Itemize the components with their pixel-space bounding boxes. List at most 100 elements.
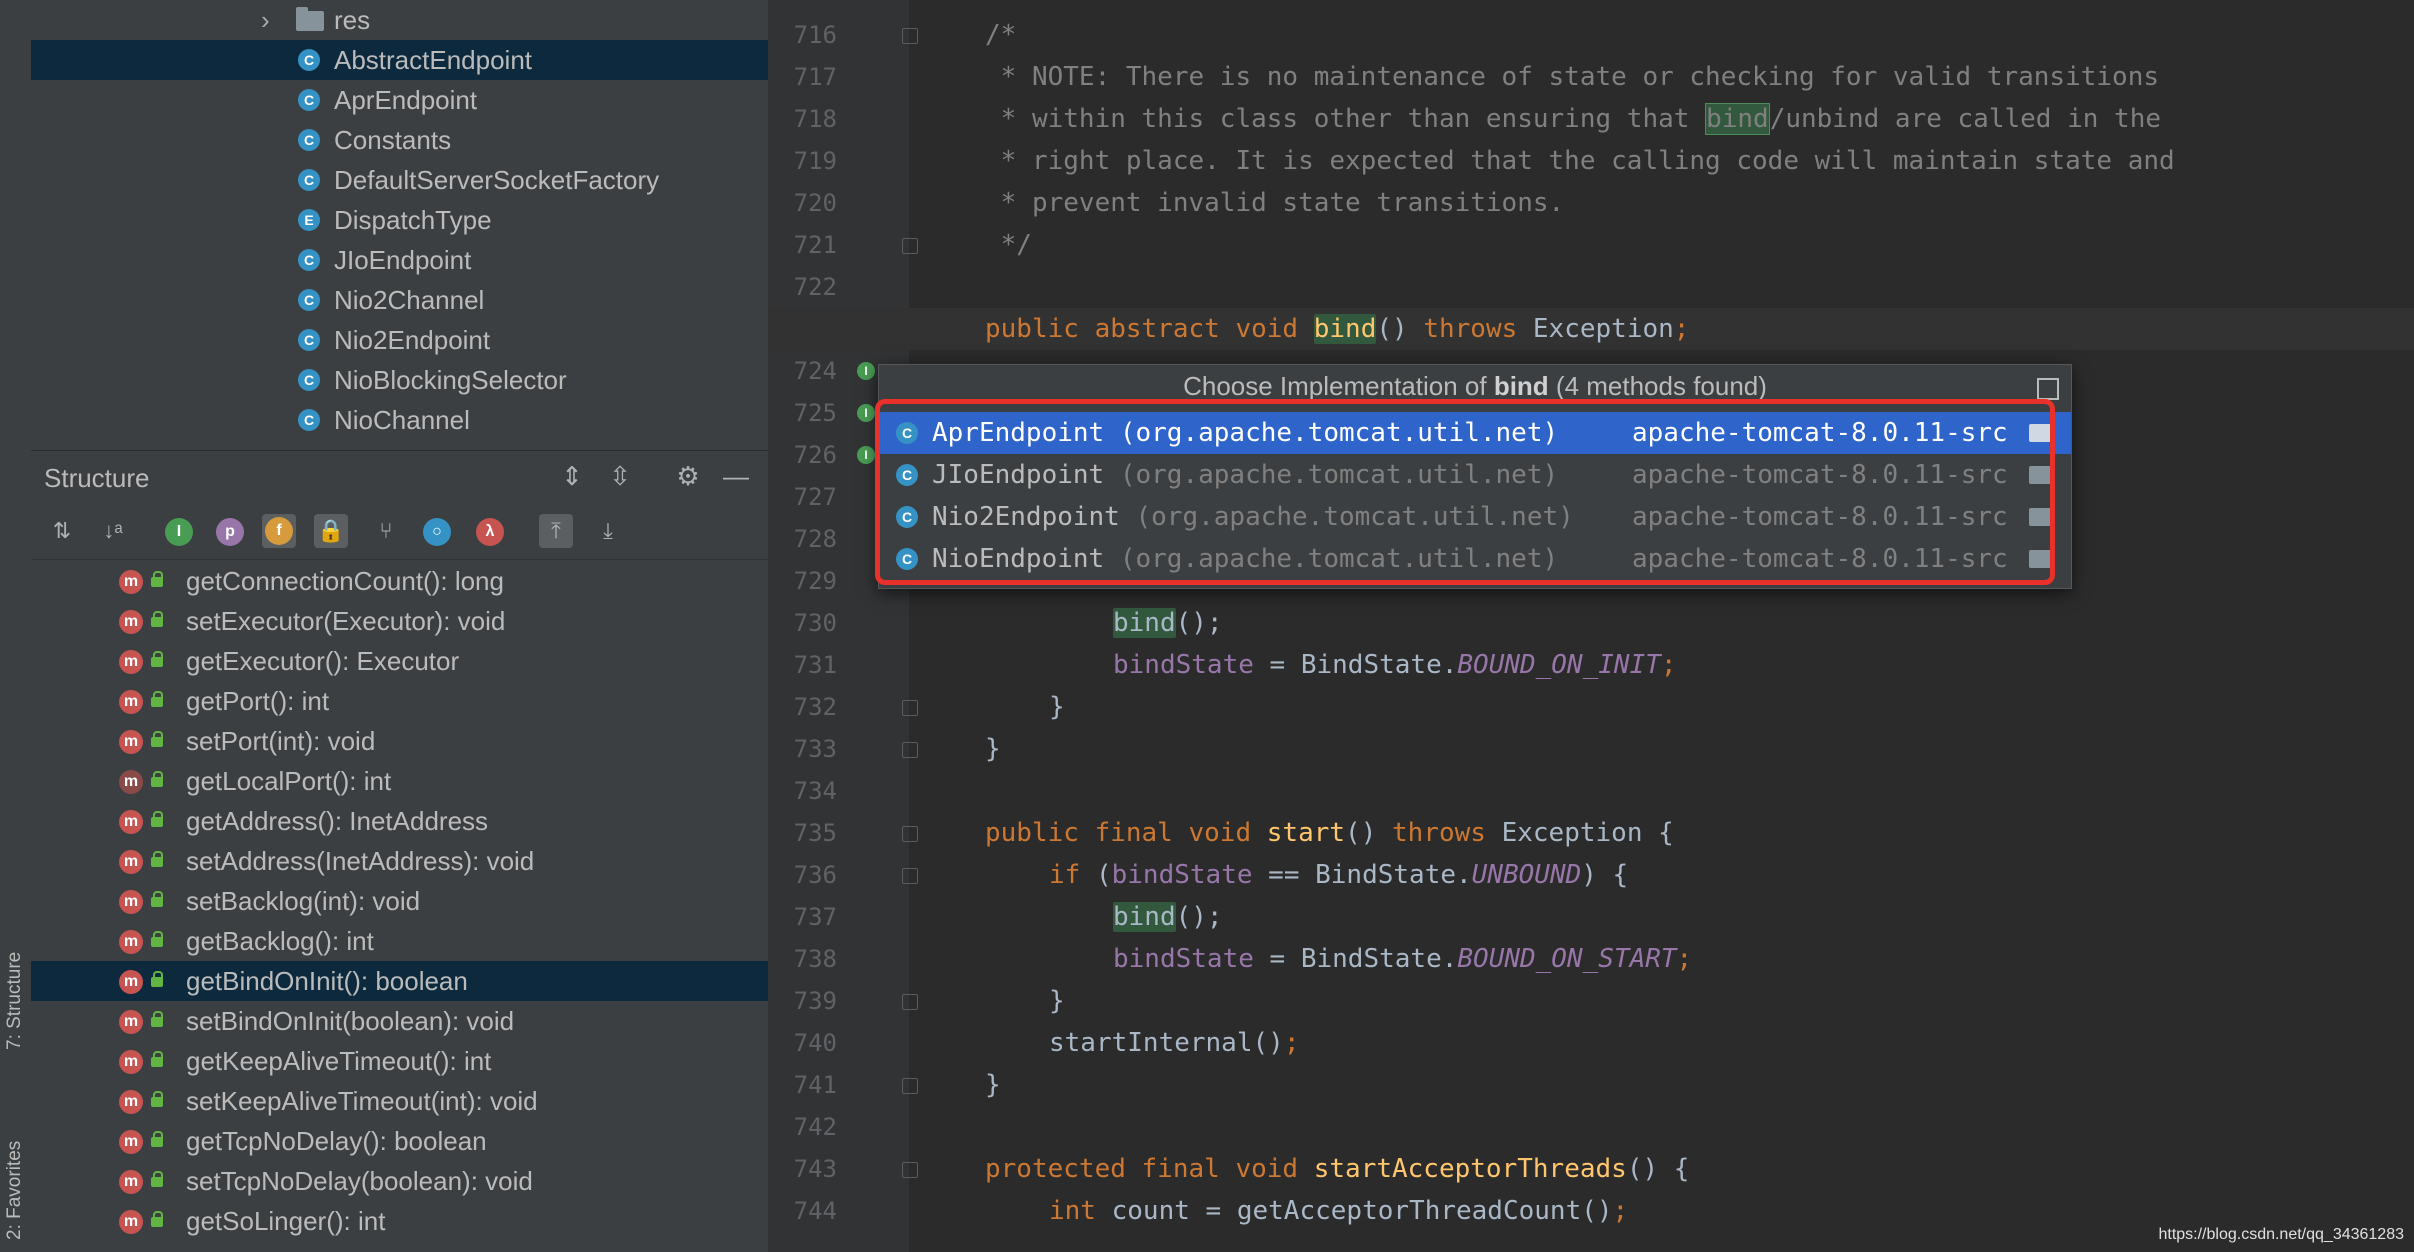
public-lock-icon <box>151 1091 163 1107</box>
tree-item-default-server-socket-factory[interactable]: C DefaultServerSocketFactory <box>31 160 768 200</box>
tree-item-nio2-channel[interactable]: C Nio2Channel <box>31 280 768 320</box>
watermark: https://blog.csdn.net/qq_34361283 <box>2158 1226 2404 1243</box>
tree-item-nio2-endpoint[interactable]: C Nio2Endpoint <box>31 320 768 360</box>
member-item[interactable]: m getSoLinger(): int <box>31 1201 768 1241</box>
hide-icon[interactable]: — <box>719 460 753 494</box>
folder-icon <box>296 7 324 31</box>
method-icon: m <box>119 1210 143 1234</box>
member-item[interactable]: m getKeepAliveTimeout(): int <box>31 1041 768 1081</box>
tree-item-label: Constants <box>334 125 452 155</box>
tree-item-jio-endpoint[interactable]: C JIoEndpoint <box>31 240 768 280</box>
member-item[interactable]: m setExecutor(Executor): void <box>31 601 768 641</box>
sort-alphabetically-icon[interactable]: ↓ᵃ <box>96 514 130 548</box>
structure-title: Structure <box>44 463 150 493</box>
member-item[interactable]: m setBindOnInit(boolean): void <box>31 1001 768 1041</box>
tree-item-label: DispatchType <box>334 205 492 235</box>
autoscroll-to-source-toggle[interactable]: ⤒ <box>539 514 573 548</box>
open-in-find-window-icon[interactable] <box>2037 378 2059 400</box>
method-icon: m <box>119 930 143 954</box>
method-icon: m <box>119 890 143 914</box>
class-icon: C <box>896 548 918 570</box>
autoscroll-from-source-icon[interactable]: ⤓ <box>591 514 625 548</box>
implemented-gutter-icon[interactable]: I <box>857 446 875 464</box>
abstract-method-icon: m <box>119 770 143 794</box>
chevron-right-icon[interactable]: › <box>261 0 270 40</box>
tree-item-label: AbstractEndpoint <box>334 45 533 75</box>
code-line: /* <box>985 20 1017 50</box>
tree-item-nio-blocking-selector[interactable]: C NioBlockingSelector <box>31 360 768 400</box>
structure-tab-label: 7: Structure <box>4 951 25 1050</box>
method-icon: m <box>119 610 143 634</box>
class-icon: C <box>298 329 320 351</box>
expand-all-icon[interactable]: ⇕ <box>555 460 589 494</box>
public-lock-icon <box>151 771 163 787</box>
enum-icon: E <box>298 209 320 231</box>
module-folder-icon <box>2029 508 2051 526</box>
member-item[interactable]: m getBacklog(): int <box>31 921 768 961</box>
member-item[interactable]: m getBindOnInit(): boolean <box>31 961 768 1001</box>
code-editor[interactable]: 716 717 718 719 720 721 722 723 724 725 … <box>769 0 2414 1252</box>
class-icon: C <box>298 249 320 271</box>
show-properties-icon[interactable]: p <box>216 518 244 546</box>
method-icon: m <box>119 1130 143 1154</box>
show-fields-toggle[interactable]: f <box>262 514 296 548</box>
show-inherited-icon[interactable]: I <box>165 518 193 546</box>
public-lock-icon <box>151 691 163 707</box>
tree-item-label: JIoEndpoint <box>334 245 472 275</box>
tree-item-abstract-endpoint[interactable]: C AbstractEndpoint <box>31 40 768 80</box>
left-tool-panel: › res C AbstractEndpoint C AprEndpoint C… <box>31 0 769 1252</box>
show-lambdas-icon[interactable]: λ <box>476 518 504 546</box>
member-item[interactable]: m setTcpNoDelay(boolean): void <box>31 1161 768 1201</box>
member-item[interactable]: m getExecutor(): Executor <box>31 641 768 681</box>
public-lock-icon <box>151 891 163 907</box>
code-line-current: public abstract void bind() throws Excep… <box>769 308 2414 350</box>
member-item[interactable]: m getPort(): int <box>31 681 768 721</box>
line-number: 722 <box>793 273 837 301</box>
implemented-gutter-icon[interactable]: I <box>857 404 875 422</box>
implementation-item[interactable]: C Nio2Endpoint (org.apache.tomcat.util.n… <box>879 496 2071 538</box>
implementation-item[interactable]: C NioEndpoint (org.apache.tomcat.util.ne… <box>879 538 2071 580</box>
class-icon: C <box>896 506 918 528</box>
favorites-tool-tab[interactable]: 2: Favorites <box>0 1090 31 1250</box>
code-line: bindState = BindState.BOUND_ON_START; <box>1113 944 1693 974</box>
method-icon: m <box>119 970 143 994</box>
public-lock-icon <box>151 851 163 867</box>
method-icon: m <box>119 810 143 834</box>
show-lambdas-tree-icon[interactable]: ⑂ <box>369 514 403 548</box>
public-lock-icon <box>151 651 163 667</box>
show-anonymous-icon[interactable]: ○ <box>423 518 451 546</box>
class-icon: C <box>298 409 320 431</box>
line-number: 725 <box>793 399 837 427</box>
member-item[interactable]: m getTcpNoDelay(): boolean <box>31 1121 768 1161</box>
member-item[interactable]: m setAddress(InetAddress): void <box>31 841 768 881</box>
show-non-public-toggle[interactable]: 🔒 <box>314 514 348 548</box>
line-number: 727 <box>793 483 837 511</box>
tree-item-constants[interactable]: C Constants <box>31 120 768 160</box>
member-item[interactable]: m getLocalPort(): int <box>31 761 768 801</box>
member-item[interactable]: m setBacklog(int): void <box>31 881 768 921</box>
member-item[interactable]: m getConnectionCount(): long <box>31 561 768 601</box>
class-icon: C <box>896 464 918 486</box>
implementation-item[interactable]: C JIoEndpoint (org.apache.tomcat.util.ne… <box>879 454 2071 496</box>
structure-tool-tab[interactable]: 7: Structure <box>0 880 31 1060</box>
tree-item-label: res <box>334 5 371 35</box>
implemented-gutter-icon[interactable]: I <box>857 362 875 380</box>
line-number: 734 <box>793 777 837 805</box>
tree-item-res[interactable]: › res <box>31 0 768 40</box>
implementation-item[interactable]: C AprEndpoint (org.apache.tomcat.util.ne… <box>879 412 2071 454</box>
class-icon: C <box>298 89 320 111</box>
member-item[interactable]: m setPort(int): void <box>31 721 768 761</box>
member-item[interactable]: m setKeepAliveTimeout(int): void <box>31 1081 768 1121</box>
sort-by-visibility-icon[interactable]: ⇅ <box>45 514 79 548</box>
line-number: 728 <box>793 525 837 553</box>
tree-item-apr-endpoint[interactable]: C AprEndpoint <box>31 80 768 120</box>
tree-item-nio-channel[interactable]: C NioChannel <box>31 400 768 440</box>
public-lock-icon <box>151 811 163 827</box>
member-item[interactable]: m getAddress(): InetAddress <box>31 801 768 841</box>
collapse-all-icon[interactable]: ⇳ <box>603 460 637 494</box>
tree-item-label: Nio2Endpoint <box>334 325 491 355</box>
tree-item-dispatch-type[interactable]: E DispatchType <box>31 200 768 240</box>
favorites-tab-label: 2: Favorites <box>4 1140 25 1240</box>
public-lock-icon <box>151 1171 163 1187</box>
gear-icon[interactable]: ⚙ <box>671 460 705 494</box>
